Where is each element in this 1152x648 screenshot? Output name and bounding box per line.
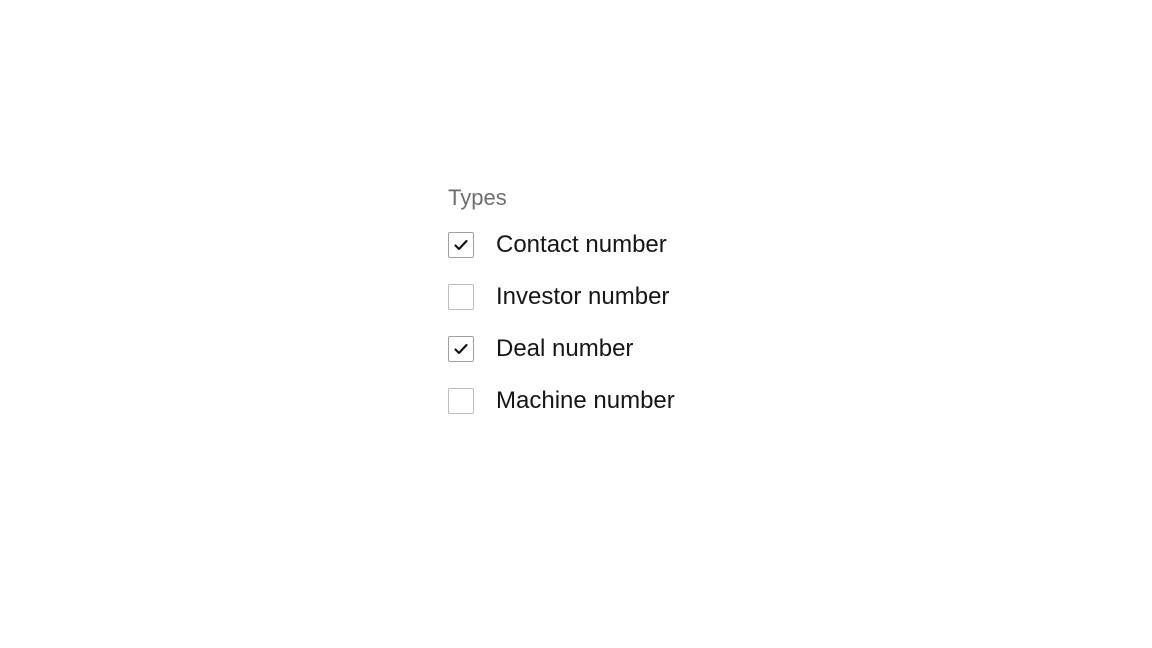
checkbox-label-contact-number[interactable]: Contact number <box>496 231 667 259</box>
types-title: Types <box>448 185 675 211</box>
checkbox-deal-number[interactable] <box>448 336 474 362</box>
checkbox-row-deal-number: Deal number <box>448 335 675 363</box>
checkbox-row-machine-number: Machine number <box>448 387 675 415</box>
checkbox-label-deal-number[interactable]: Deal number <box>496 335 633 363</box>
checkbox-contact-number[interactable] <box>448 232 474 258</box>
checkbox-machine-number[interactable] <box>448 388 474 414</box>
types-group: Types Contact number Investor number Dea… <box>448 185 675 439</box>
checkbox-investor-number[interactable] <box>448 284 474 310</box>
checkbox-row-contact-number: Contact number <box>448 231 675 259</box>
checkbox-row-investor-number: Investor number <box>448 283 675 311</box>
check-icon <box>453 341 469 357</box>
checkbox-label-machine-number[interactable]: Machine number <box>496 387 675 415</box>
check-icon <box>453 237 469 253</box>
checkbox-label-investor-number[interactable]: Investor number <box>496 283 669 311</box>
